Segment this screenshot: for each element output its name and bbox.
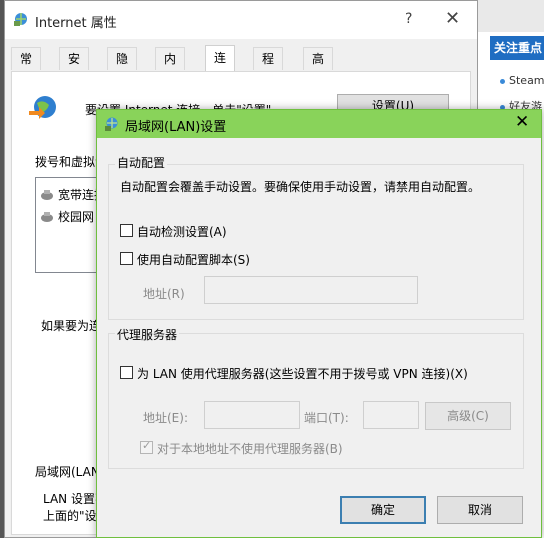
- tab-security[interactable]: 安全: [59, 47, 90, 88]
- advanced-button[interactable]: 高级(C): [425, 402, 511, 430]
- lan-settings-dialog: 局域网(LAN)设置 ✕ 自动配置 自动配置会覆盖手动设置。要确保使用手动设置，…: [96, 109, 542, 538]
- background-heading: 关注重点: [490, 36, 544, 60]
- proxy-address-input[interactable]: [204, 401, 300, 429]
- background-browser-header: [478, 0, 544, 32]
- proxy-group-label: 代理服务器: [115, 326, 180, 343]
- title-bar: Internet 属性 ? ✕: [5, 1, 477, 39]
- auto-detect-label[interactable]: 自动检测设置(A): [137, 223, 227, 240]
- tab-privacy[interactable]: 隐私: [107, 47, 138, 88]
- proxy-address-label: 地址(E):: [143, 411, 188, 425]
- tab-general[interactable]: 常规: [11, 47, 42, 88]
- globe-icon: [29, 96, 56, 119]
- connection-icon: [41, 212, 53, 222]
- list-item-label: 校园网: [58, 210, 95, 224]
- auto-config-group-label: 自动配置: [115, 154, 168, 171]
- connection-icon: [41, 190, 53, 200]
- close-button[interactable]: ✕: [445, 8, 460, 29]
- auto-detect-checkbox[interactable]: [120, 224, 133, 237]
- dialog-title: 局域网(LAN)设置: [125, 120, 227, 135]
- dialog-title-bar: 局域网(LAN)设置 ✕: [97, 110, 541, 138]
- window-title: Internet 属性: [35, 16, 117, 31]
- tab-content[interactable]: 内容: [155, 47, 186, 88]
- dialog-close-button[interactable]: ✕: [515, 112, 529, 132]
- tab-programs[interactable]: 程序: [253, 47, 284, 88]
- bypass-local-checkbox[interactable]: [140, 439, 153, 454]
- auto-config-description: 自动配置会覆盖手动设置。要确保使用手动设置，请禁用自动配置。: [120, 180, 481, 194]
- script-address-label: 地址(R): [143, 287, 185, 301]
- help-button[interactable]: ?: [405, 11, 412, 27]
- auto-script-checkbox[interactable]: [120, 252, 133, 265]
- background-list-item[interactable]: Steam: [500, 74, 544, 87]
- background-item-label: Steam: [509, 74, 544, 87]
- tab-connections[interactable]: 连接: [205, 45, 236, 89]
- cancel-button[interactable]: 取消: [437, 496, 523, 524]
- use-proxy-label[interactable]: 为 LAN 使用代理服务器(这些设置不用于拨号或 VPN 连接)(X): [137, 365, 468, 382]
- tab-advanced[interactable]: 高级: [303, 47, 334, 88]
- lan-settings-icon: [105, 117, 118, 131]
- proxy-port-label: 端口(T):: [304, 411, 349, 425]
- list-item[interactable]: 校园网: [40, 208, 94, 225]
- internet-options-icon: [14, 13, 27, 26]
- auto-script-label[interactable]: 使用自动配置脚本(S): [137, 251, 250, 268]
- use-proxy-checkbox[interactable]: [120, 366, 133, 379]
- script-address-input[interactable]: [204, 276, 418, 304]
- proxy-port-input[interactable]: [363, 401, 419, 429]
- bullet-icon: [500, 78, 505, 84]
- bypass-local-label[interactable]: 对于本地地址不使用代理服务器(B): [157, 440, 343, 457]
- ok-button[interactable]: 确定: [340, 496, 426, 524]
